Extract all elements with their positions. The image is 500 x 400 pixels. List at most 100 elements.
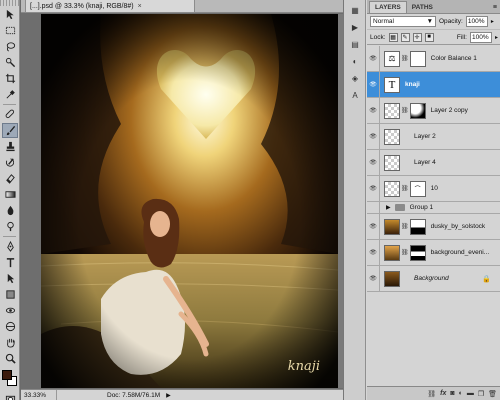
swatches-panel-icon[interactable]: ▤ <box>347 37 363 51</box>
shape-tool-icon[interactable] <box>2 287 18 302</box>
path-selection-tool-icon[interactable] <box>2 271 18 286</box>
3d-orbit-tool-icon[interactable] <box>2 319 18 334</box>
visibility-eye-icon[interactable]: 👁 <box>367 124 380 149</box>
gradient-tool-icon[interactable] <box>2 187 18 202</box>
fill-field[interactable]: 100% <box>469 31 492 43</box>
healing-brush-tool-icon[interactable] <box>2 107 18 122</box>
visibility-eye-icon[interactable]: 👁 <box>367 98 380 123</box>
layer-group-row[interactable]: ▶ Group 1 <box>367 202 500 214</box>
visibility-eye-icon[interactable] <box>367 202 380 213</box>
lasso-tool-icon[interactable] <box>2 39 18 54</box>
move-tool-icon[interactable] <box>2 7 18 22</box>
visibility-eye-icon[interactable]: 👁 <box>367 176 380 201</box>
quick-selection-tool-icon[interactable] <box>2 55 18 70</box>
lock-pixels-icon[interactable]: ✎ <box>400 32 410 42</box>
link-icon: ⛓ <box>401 56 409 62</box>
layer-name: Layer 4 <box>414 159 436 166</box>
link-icon: ⛓ <box>401 186 409 192</box>
trash-icon[interactable]: 🗑 <box>488 390 497 398</box>
lock-all-icon[interactable]: ■ <box>424 32 434 42</box>
lock-icon: 🔒 <box>482 275 491 283</box>
layer-row[interactable]: 👁 ⛓ background_eveni... <box>367 240 500 266</box>
layer-thumb <box>384 218 400 235</box>
new-layer-icon[interactable]: ❐ <box>478 390 484 398</box>
chevron-right-icon[interactable]: ▸ <box>495 34 498 41</box>
blur-tool-icon[interactable] <box>2 203 18 218</box>
tab-layers[interactable]: LAYERS <box>369 1 407 13</box>
expand-triangle-icon[interactable]: ▶ <box>386 204 391 211</box>
canvas-pasteboard-left <box>21 14 41 388</box>
layer-mask-thumb[interactable] <box>409 244 426 261</box>
history-brush-tool-icon[interactable] <box>2 155 18 170</box>
fx-icon[interactable]: fx <box>440 390 446 397</box>
layer-row[interactable]: 👁 ⛓ dusky_by_solstock <box>367 214 500 240</box>
layer-row[interactable]: 👁 Layer 4 <box>367 150 500 176</box>
layer-row[interactable]: 👁 T knaji <box>367 72 500 98</box>
lock-label: Lock: <box>370 33 386 41</box>
visibility-eye-icon[interactable]: 👁 <box>367 72 380 97</box>
layer-name: 10 <box>430 185 438 192</box>
blend-opacity-row: Normal ▼ Opacity: 100% ▸ <box>367 14 500 30</box>
visibility-eye-icon[interactable]: 👁 <box>367 240 380 265</box>
layer-name: Layer 2 copy <box>430 107 468 114</box>
history-panel-icon[interactable]: ▦ <box>347 3 363 17</box>
chevron-right-icon[interactable]: ▸ <box>491 18 494 25</box>
layer-mask-thumb[interactable] <box>409 218 426 235</box>
layer-mask-thumb[interactable] <box>409 102 426 119</box>
photoshop-window: [...].psd @ 33.3% (knaji, RGB/8#) × knaj… <box>0 0 500 400</box>
toolbar-grip[interactable] <box>0 0 19 6</box>
eraser-tool-icon[interactable] <box>2 171 18 186</box>
tab-paths[interactable]: PATHS <box>407 2 438 13</box>
close-icon[interactable]: × <box>138 3 142 10</box>
folder-icon <box>394 204 405 211</box>
type-tool-icon[interactable] <box>2 255 18 270</box>
visibility-eye-icon[interactable]: 👁 <box>367 214 380 239</box>
layer-row[interactable]: 👁 ⚖ ⛓ Color Balance 1 <box>367 46 500 72</box>
layer-row[interactable]: 👁 ⛓ Layer 2 copy <box>367 98 500 124</box>
opacity-field[interactable]: 100% <box>465 16 488 27</box>
character-panel-icon[interactable]: A <box>347 88 363 102</box>
layer-mask-thumb[interactable]: ⌒ <box>409 180 426 197</box>
canvas[interactable]: knaji <box>41 14 338 388</box>
clone-stamp-tool-icon[interactable] <box>2 139 18 154</box>
layers-panel-footer: ⛓ fx ◙ ◐ ▬ ❐ 🗑 <box>367 386 500 400</box>
marquee-tool-icon[interactable] <box>2 23 18 38</box>
layer-row[interactable]: 👁 ⛓ ⌒ 10 <box>367 176 500 202</box>
panel-menu-icon[interactable]: ≡ <box>489 2 500 13</box>
link-icon[interactable]: ⛓ <box>427 390 436 398</box>
adjustments-panel-icon[interactable]: ◐ <box>347 54 363 68</box>
actions-panel-icon[interactable]: ▶ <box>347 20 363 34</box>
styles-panel-icon[interactable]: ◈ <box>347 71 363 85</box>
eyedropper-tool-icon[interactable] <box>2 87 18 102</box>
folder-icon[interactable]: ▬ <box>467 390 474 397</box>
mask-icon[interactable]: ◙ <box>450 390 454 397</box>
lock-position-icon[interactable]: ✛ <box>412 32 422 42</box>
layer-row[interactable]: 👁 Layer 2 <box>367 124 500 150</box>
document-window: [...].psd @ 33.3% (knaji, RGB/8#) × knaj… <box>21 0 343 400</box>
3d-rotate-tool-icon[interactable] <box>2 303 18 318</box>
blend-mode-select[interactable]: Normal ▼ <box>370 16 436 27</box>
hand-tool-icon[interactable] <box>2 335 18 350</box>
adjustment-icon[interactable]: ◐ <box>459 390 463 397</box>
crop-tool-icon[interactable] <box>2 71 18 86</box>
pen-tool-icon[interactable] <box>2 239 18 254</box>
visibility-eye-icon[interactable]: 👁 <box>367 266 380 291</box>
brush-tool-icon[interactable] <box>2 123 18 138</box>
link-icon: ⛓ <box>401 250 409 256</box>
type-layer-thumb-icon: T <box>384 76 400 93</box>
status-menu-arrow-icon[interactable]: ▶ <box>166 392 171 399</box>
layer-mask-thumb[interactable] <box>409 50 426 67</box>
foreground-color-swatch[interactable] <box>2 370 12 380</box>
fill-label: Fill: <box>456 33 467 41</box>
zoom-level[interactable]: 33.33% <box>21 390 57 400</box>
lock-transparency-icon[interactable]: ▦ <box>388 32 398 42</box>
quick-mask-icon[interactable] <box>2 392 18 400</box>
status-bar: 33.33% Doc: 7.58M/76.1M ▶ <box>21 389 343 400</box>
dodge-tool-icon[interactable] <box>2 219 18 234</box>
visibility-eye-icon[interactable]: 👁 <box>367 46 380 71</box>
layer-row[interactable]: 👁 Background 🔒 <box>367 266 500 292</box>
visibility-eye-icon[interactable]: 👁 <box>367 150 380 175</box>
zoom-tool-icon[interactable] <box>2 351 18 366</box>
document-tab[interactable]: [...].psd @ 33.3% (knaji, RGB/8#) × <box>25 0 195 13</box>
layer-name: background_eveni... <box>430 249 490 256</box>
